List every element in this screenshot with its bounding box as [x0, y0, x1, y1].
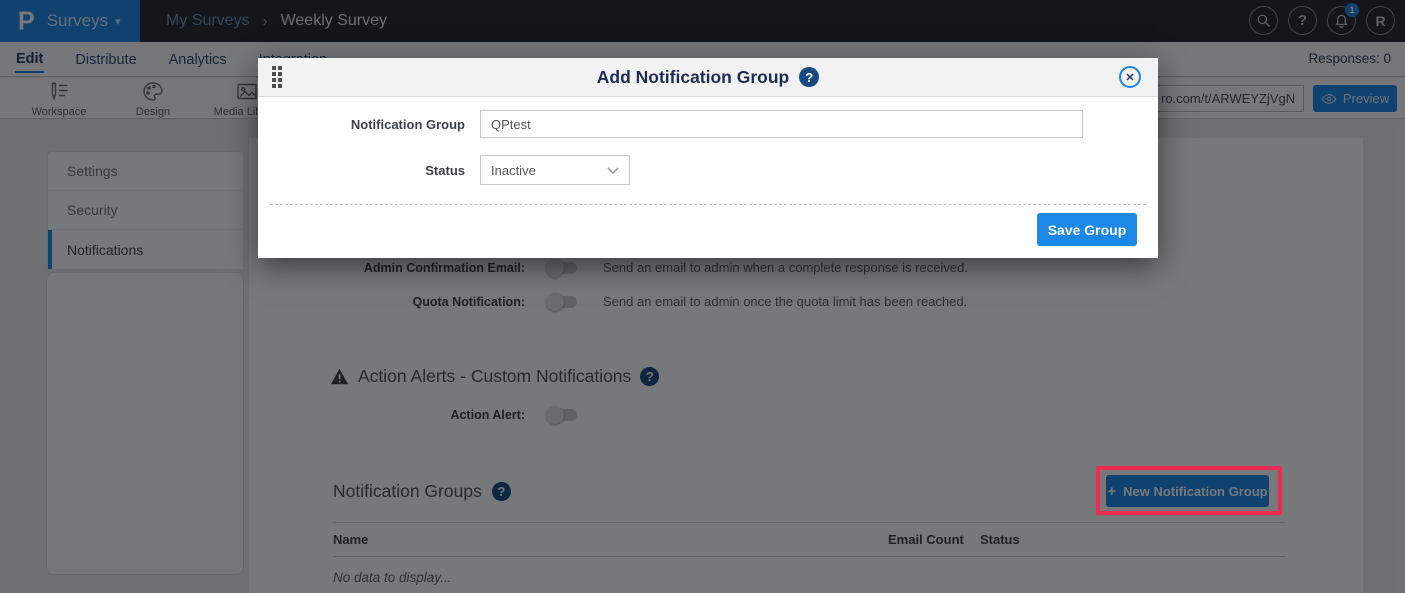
notification-group-field-row: Notification Group	[258, 110, 1083, 138]
status-field-label: Status	[258, 163, 465, 178]
save-group-button[interactable]: Save Group	[1037, 213, 1137, 246]
status-select[interactable]: Inactive	[480, 155, 630, 185]
add-notification-group-modal: Add Notification Group ? ✕ Notification …	[258, 58, 1158, 258]
chevron-down-icon	[607, 167, 619, 174]
modal-header[interactable]: Add Notification Group ? ✕	[258, 58, 1158, 97]
notification-group-field-label: Notification Group	[258, 117, 465, 132]
drag-handle-icon[interactable]	[272, 66, 282, 88]
modal-title: Add Notification Group	[597, 67, 789, 88]
status-select-value: Inactive	[491, 163, 536, 178]
status-field-row: Status Inactive	[258, 155, 630, 185]
modal-separator	[270, 204, 1146, 205]
modal-help-icon[interactable]: ?	[799, 67, 819, 87]
app-window: P Surveys ▾ My Surveys › Weekly Survey ?…	[0, 0, 1405, 593]
close-icon[interactable]: ✕	[1119, 66, 1141, 88]
notification-group-name-input[interactable]	[480, 110, 1083, 138]
